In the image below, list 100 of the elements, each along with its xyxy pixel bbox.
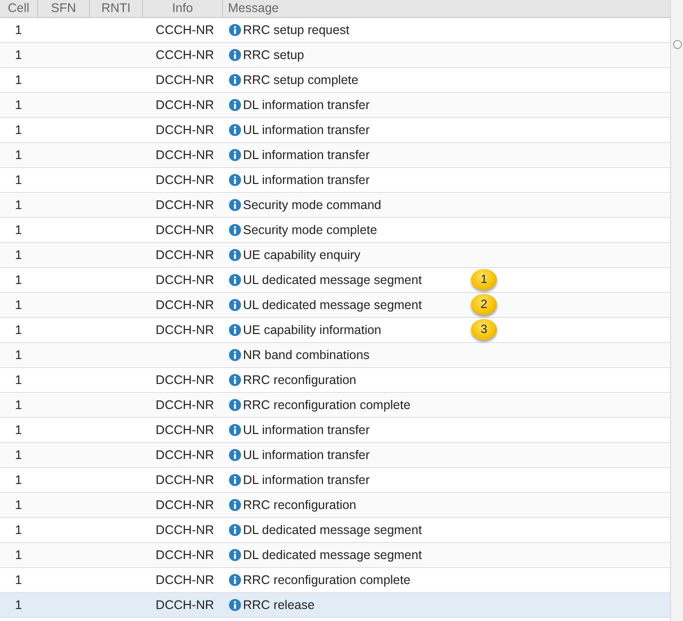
table-row[interactable]: 1 CCCH-NR RRC setup [0,43,670,68]
message-text: UL dedicated message segment [243,272,422,289]
table-cell: 1 [15,472,22,487]
message-text: RRC reconfiguration complete [243,396,410,414]
table-cell: 1 [15,572,22,587]
table-cell: DCCH-NR [156,422,214,437]
info-icon [229,349,241,361]
info-icon [229,474,241,486]
table-cell: DCCH-NR [156,448,214,462]
table-cell: DCCH-NR [156,498,214,512]
message-text: UL dedicated message segment [243,296,422,314]
message-text: DL dedicated message segment [243,522,422,539]
message-text: DL information transfer [243,472,370,489]
table-cell: DCCH-NR [156,122,214,137]
info-icon [229,199,241,211]
message-text: RRC setup [243,46,304,64]
info-icon [229,499,241,511]
table-cell: 1 [15,548,22,562]
info-icon [229,124,241,136]
table-cell: 1 [15,598,22,612]
info-icon [229,374,241,386]
info-icon [229,424,241,436]
message-text: RRC release [243,596,315,614]
table-cell: 1 [15,298,22,312]
table-cell: 1 [15,372,22,387]
column-header[interactable]: Info [143,0,223,17]
table-cell: 1 [15,322,22,337]
info-icon [229,299,241,311]
table-cell: CCCH-NR [156,48,214,62]
column-header[interactable]: SFN [38,0,90,17]
message-text: DL dedicated message segment [243,546,422,564]
table-cell: 1 [15,398,22,412]
table-cell: DCCH-NR [156,172,214,187]
table-cell: DCCH-NR [156,322,214,337]
table-cell: 1 [15,122,22,137]
info-icon [229,274,241,286]
message-text: RRC setup complete [243,72,358,89]
scroll-handle[interactable] [673,40,682,49]
table-cell: CCCH-NR [156,22,214,37]
table-row[interactable]: 1 DCCH-NR Security mode command [0,193,670,218]
info-icon [229,49,241,61]
table-cell: 1 [15,522,22,537]
table-row[interactable]: 1 DCCH-NR DL information transfer [0,93,670,118]
table-cell: DCCH-NR [156,398,214,412]
table-cell: 1 [15,172,22,187]
table-row[interactable]: 1 DCCH-NR UE capability enquiry [0,243,670,268]
message-text: RRC reconfiguration [243,496,356,514]
message-text: NR band combinations [243,346,370,364]
message-text: DL information transfer [243,146,370,164]
message-text: Security mode command [243,196,382,214]
info-icon [229,599,241,611]
info-icon [229,149,241,161]
table-cell: DCCH-NR [156,272,214,287]
table-cell: 1 [15,48,22,62]
table-cell: 1 [15,22,22,37]
info-icon [229,399,241,411]
table-row[interactable]: 1 NR band combinations [0,343,670,368]
table-cell: DCCH-NR [156,572,214,587]
table-cell: DCCH-NR [156,548,214,562]
table-cell: DCCH-NR [156,522,214,537]
info-icon [229,549,241,561]
table-row[interactable]: 1 DCCH-NR UL information transfer [0,443,670,468]
info-icon [229,99,241,111]
table-cell: 1 [15,248,22,262]
column-header[interactable]: Message [223,0,670,17]
table-cell: 1 [15,148,22,162]
message-text: UL information transfer [243,172,370,189]
table-cell: 1 [15,222,22,237]
table-cell: 1 [15,72,22,87]
message-text: RRC reconfiguration [243,372,356,389]
message-text: Security mode complete [243,222,378,239]
scrollbar[interactable] [670,0,683,621]
number-badge: 2 [471,294,497,315]
table-row[interactable]: 1 DCCH-NR DL dedicated message segment [0,543,670,568]
info-icon [229,24,241,36]
column-header[interactable]: RNTI [90,0,143,17]
table-row[interactable]: 1 DCCH-NR RRC reconfiguration complete [0,393,670,418]
table-row[interactable]: 1 DCCH-NR UL dedicated message segment 2 [0,293,670,318]
table-cell: 1 [15,422,22,437]
table-cell: DCCH-NR [156,222,214,237]
info-icon [229,324,241,336]
info-icon [229,174,241,186]
message-text: RRC setup request [243,22,350,39]
table-cell: 1 [15,448,22,462]
message-text: UE capability enquiry [243,246,360,264]
info-icon [229,74,241,86]
message-text: RRC reconfiguration complete [243,572,410,589]
table-row[interactable]: 1 DCCH-NR RRC release [0,593,670,618]
table-cell: 1 [15,98,22,112]
table-cell: DCCH-NR [156,598,214,612]
table-row[interactable]: 1 DCCH-NR RRC reconfiguration [0,493,670,518]
table-cell: DCCH-NR [156,298,214,312]
table-cell: DCCH-NR [156,72,214,87]
table-cell: DCCH-NR [156,472,214,487]
message-text: DL information transfer [243,96,370,114]
column-header[interactable]: Cell [0,0,38,17]
number-badge: 3 [471,319,497,340]
table-row[interactable]: 1 DCCH-NR DL information transfer [0,143,670,168]
table-cell: 1 [15,498,22,512]
number-badge: 1 [471,269,497,290]
